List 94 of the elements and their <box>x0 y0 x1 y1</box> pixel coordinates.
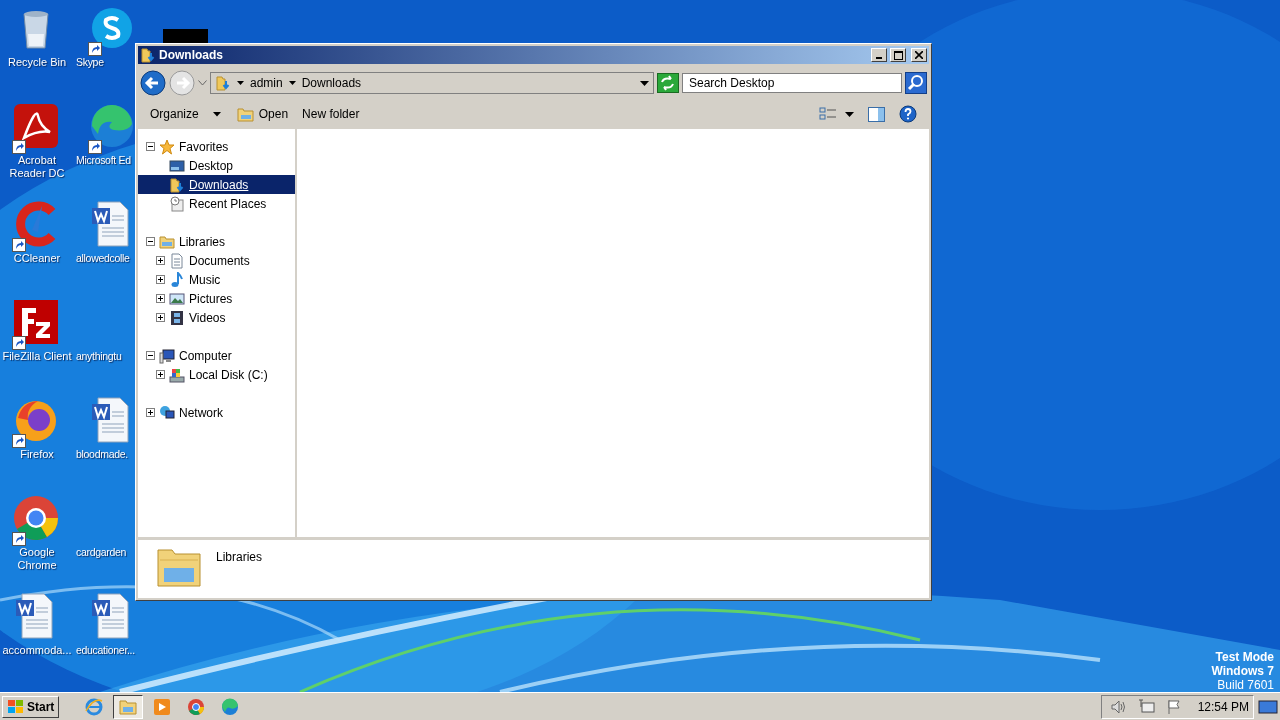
tree-toggle[interactable] <box>146 237 155 246</box>
icon-label: educationer... <box>76 644 135 657</box>
toolbar-button[interactable]: New folder <box>302 107 360 121</box>
browser-ring-icon[interactable] <box>12 494 60 542</box>
computer-icon <box>159 347 175 364</box>
toolbar-button[interactable]: Open <box>236 106 289 122</box>
tree-item[interactable]: Music <box>138 270 295 289</box>
start-button[interactable]: Start <box>2 695 60 718</box>
redaction-block <box>163 29 208 43</box>
caret-icon[interactable] <box>640 80 649 86</box>
tree-item[interactable]: Libraries <box>138 232 295 251</box>
disk-drive-icon <box>169 366 185 383</box>
fz-app-icon[interactable] <box>12 298 60 346</box>
browser-ring-icon <box>186 696 207 717</box>
address-bar[interactable]: admin Downloads <box>210 72 654 94</box>
icon-label: Recycle Bin <box>7 56 67 69</box>
speaker-icon[interactable] <box>1109 698 1128 715</box>
network-icon <box>159 404 175 421</box>
history-caret-icon[interactable] <box>198 80 207 86</box>
flag-icon[interactable] <box>1165 698 1182 715</box>
icon-label: accommoda... <box>2 644 72 657</box>
caret-icon[interactable] <box>845 111 854 117</box>
wave-browser-icon[interactable] <box>88 102 136 150</box>
wave-browser-icon <box>220 696 241 717</box>
tree-item[interactable]: Pictures <box>138 289 295 308</box>
maximize-button[interactable] <box>890 48 906 62</box>
download-folder-icon <box>140 47 156 63</box>
icon-label: bloodmade. <box>76 448 128 461</box>
library-folder-icon <box>159 233 175 250</box>
watermark-line: Test Mode <box>1215 650 1274 664</box>
tree-toggle[interactable] <box>146 351 155 360</box>
download-folder-icon <box>215 75 231 91</box>
folder-icon <box>236 106 255 122</box>
watermark-line: Windows 7 <box>1211 664 1274 678</box>
watermark-line: Build 7601 <box>1217 678 1274 692</box>
icon-label: allowedcolle <box>76 252 130 265</box>
music-note-icon <box>169 271 185 288</box>
minimize-button[interactable] <box>871 48 887 62</box>
maximize-icon <box>893 50 903 60</box>
picture-frame-icon <box>169 290 185 307</box>
tree-toggle[interactable] <box>156 256 165 265</box>
tree-toggle[interactable] <box>156 370 165 379</box>
tree-toggle[interactable] <box>156 294 165 303</box>
tree-item[interactable]: Videos <box>138 308 295 327</box>
tree-item[interactable]: Favorites <box>138 137 295 156</box>
tree-toggle[interactable] <box>156 313 165 322</box>
download-folder-icon <box>169 176 185 193</box>
icon-label: Firefox <box>20 448 54 461</box>
tree-item[interactable]: Downloads <box>138 175 295 194</box>
tree-toggle[interactable] <box>146 408 155 417</box>
close-button[interactable] <box>911 48 927 62</box>
refresh-button[interactable] <box>657 73 679 93</box>
preview-pane-icon[interactable] <box>868 106 885 122</box>
icon-label: CCleaner <box>13 252 61 265</box>
search-button[interactable] <box>905 72 927 94</box>
icon-label: Google Chrome <box>16 546 58 572</box>
clock[interactable]: 12:54 PM <box>1197 699 1249 714</box>
window-title: Downloads <box>159 48 224 62</box>
document-icon <box>169 252 185 269</box>
tree-item[interactable]: Documents <box>138 251 295 270</box>
monitor-icon <box>169 157 185 174</box>
details-title: Libraries <box>216 550 263 564</box>
star-icon <box>159 138 175 155</box>
icon-label: Acrobat Reader DC <box>8 154 66 180</box>
tree-item[interactable]: Recent Places <box>138 194 295 213</box>
film-strip-icon <box>169 309 185 326</box>
tree-item[interactable]: Local Disk (C:) <box>138 365 295 384</box>
play-icon <box>152 696 173 717</box>
tree-toggle[interactable] <box>156 275 165 284</box>
toolbar-button[interactable]: Organize <box>150 107 223 121</box>
icon-label: FileZilla Client <box>2 350 72 363</box>
windows-flag-icon <box>7 698 25 715</box>
close-icon <box>915 51 923 59</box>
taskbar-button[interactable] <box>113 694 144 719</box>
caret-icon[interactable] <box>237 81 244 85</box>
tree-toggle[interactable] <box>146 142 155 151</box>
help-icon[interactable] <box>899 105 917 123</box>
tree-item[interactable]: Network <box>138 403 295 422</box>
icon-label: Skype <box>76 56 104 69</box>
icon-label: Microsoft Ed <box>76 154 131 167</box>
icon-label: cardgarden <box>76 546 127 559</box>
back-button[interactable] <box>140 70 166 96</box>
recent-places-icon <box>169 195 185 212</box>
breadcrumb-segment[interactable]: admin <box>250 76 283 90</box>
breadcrumb-segment[interactable]: Downloads <box>301 76 362 90</box>
caret-icon[interactable] <box>288 81 296 85</box>
tree-item[interactable]: Desktop <box>138 156 295 175</box>
e-globe-icon <box>84 696 105 717</box>
icon-label: anythingtu <box>76 350 122 363</box>
search-field[interactable]: Search Desktop <box>682 73 902 93</box>
show-desktop-icon[interactable] <box>1258 698 1278 715</box>
tree-item[interactable]: Computer <box>138 346 295 365</box>
pdf-app-icon[interactable] <box>12 102 60 150</box>
network-icon[interactable] <box>1137 698 1156 715</box>
